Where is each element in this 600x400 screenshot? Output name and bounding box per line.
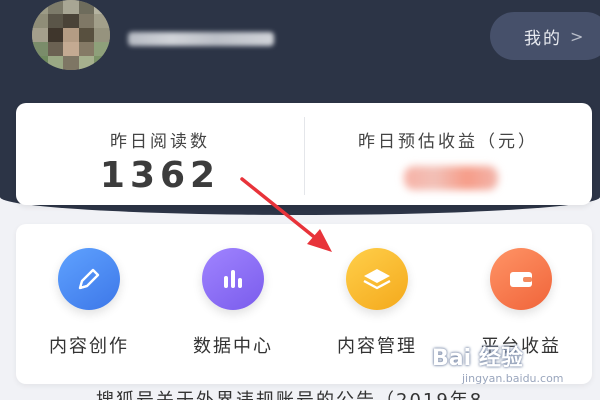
avatar[interactable] xyxy=(32,0,110,70)
stats-card: 昨日阅读数 1362 昨日预估收益（元） xyxy=(16,103,592,205)
data-center-button[interactable]: 数据中心 xyxy=(168,248,298,358)
earnings-value-redacted[interactable] xyxy=(404,166,498,190)
reads-label: 昨日阅读数 xyxy=(110,132,210,152)
chevron-right-icon: > xyxy=(570,26,586,46)
my-profile-button[interactable]: 我的 > xyxy=(490,12,600,60)
pencil-icon xyxy=(58,248,120,310)
reads-value[interactable]: 1362 xyxy=(16,155,304,196)
bar-chart-icon xyxy=(202,248,264,310)
content-manage-button[interactable]: 内容管理 xyxy=(312,248,442,358)
content-create-button[interactable]: 内容创作 xyxy=(24,248,154,358)
platform-earnings-label: 平台收益 xyxy=(481,336,561,357)
platform-earnings-button[interactable]: 平台收益 xyxy=(456,248,586,358)
notice-text[interactable]: 搜狐号关于外界违规账号的公告（2019年8 xyxy=(96,386,483,400)
content-manage-label: 内容管理 xyxy=(337,336,417,357)
data-center-label: 数据中心 xyxy=(193,336,273,357)
username-redacted xyxy=(128,32,274,46)
earnings-label: 昨日预估收益（元） xyxy=(358,132,538,152)
notice-bar[interactable]: 搜狐号关于外界违规账号的公告（2019年8 xyxy=(0,384,600,400)
content-create-label: 内容创作 xyxy=(49,336,129,357)
layers-icon xyxy=(346,248,408,310)
wallet-icon xyxy=(490,248,552,310)
my-profile-button-label: 我的 xyxy=(524,28,562,49)
